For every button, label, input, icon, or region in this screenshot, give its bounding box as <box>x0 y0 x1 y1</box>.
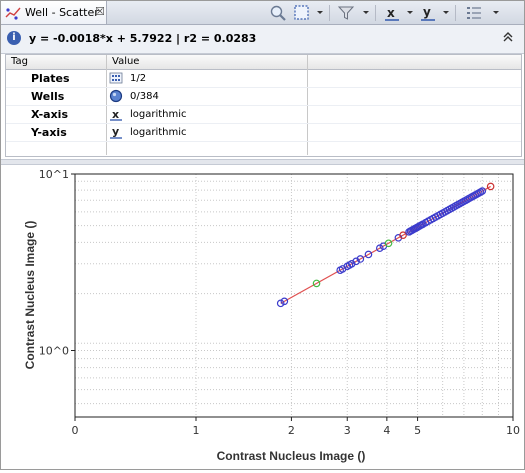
x-axis-title: Contrast Nucleus Image () <box>217 449 366 463</box>
info-icon: i <box>7 31 21 45</box>
toolbar-separator <box>375 5 376 21</box>
tab-title: Well - Scatter <box>25 6 99 19</box>
x-axis-icon: x <box>110 108 122 121</box>
row-value: logarithmic <box>130 127 187 138</box>
properties-table: Tag Value Plates 1/2 Wells 0/384 X-axis <box>5 54 522 157</box>
y-axis-icon[interactable]: y <box>419 4 437 22</box>
table-row[interactable]: X-axis x logarithmic <box>6 106 521 124</box>
scatter-plot-panel: 0 1 2 3 4 5 10 10^0 10^1 Contrast Nucleus Image… <box>1 165 524 469</box>
y-axis-icon: y <box>110 125 122 139</box>
select-rectangle-icon[interactable] <box>293 4 311 22</box>
scatter-plot[interactable]: 0 1 2 3 4 5 10 10^0 10^1 Contrast Nucleus Image… <box>1 165 524 469</box>
wells-icon <box>109 89 123 103</box>
x-axis-letter: x <box>387 6 395 20</box>
y-tick-label: 10^1 <box>39 168 69 181</box>
chevron-down-icon[interactable] <box>443 11 449 14</box>
scatter-view-icon <box>5 7 21 20</box>
regression-info-bar: i y = -0.0018*x + 5.7922 | r2 = 0.0283 <box>1 25 524 54</box>
x-tick-label: 0 <box>72 424 79 437</box>
x-tick-label: 3 <box>344 424 351 437</box>
table-row[interactable]: Wells 0/384 <box>6 88 521 106</box>
zoom-icon[interactable] <box>269 4 287 22</box>
x-tick-label: 1 <box>193 424 200 437</box>
x-axis-ticks: 0 1 2 3 4 5 10 <box>72 417 520 437</box>
chevron-down-icon[interactable] <box>407 11 413 14</box>
y-axis-letter: y <box>112 125 119 138</box>
regression-equation: y = -0.0018*x + 5.7922 | r2 = 0.0283 <box>29 32 257 45</box>
close-icon[interactable]: ☒ <box>95 5 105 18</box>
collapse-up-icon[interactable] <box>503 31 513 43</box>
tab-well-scatter[interactable]: Well - Scatter ☒ <box>1 1 107 24</box>
view-tab-bar: Well - Scatter ☒ x y <box>1 1 524 25</box>
table-row[interactable]: Y-axis y logarithmic <box>6 124 521 142</box>
row-tag: Y-axis <box>31 126 67 139</box>
row-tag: Plates <box>31 72 70 85</box>
row-tag: X-axis <box>31 108 68 121</box>
row-value: logarithmic <box>130 109 187 120</box>
toolbar-separator <box>455 5 456 21</box>
x-axis-letter: x <box>112 108 119 121</box>
table-row[interactable]: Plates 1/2 <box>6 70 521 88</box>
x-tick-label: 10 <box>506 424 520 437</box>
column-header-value[interactable]: Value <box>112 56 139 67</box>
table-header: Tag Value <box>6 55 521 70</box>
toolbar-separator <box>329 5 330 21</box>
row-value: 1/2 <box>130 73 147 84</box>
list-view-icon[interactable] <box>465 4 483 22</box>
data-points <box>276 182 495 308</box>
column-header-tag[interactable]: Tag <box>11 56 28 67</box>
plates-icon <box>109 72 123 84</box>
x-tick-label: 2 <box>288 424 295 437</box>
y-axis-letter: y <box>423 5 431 19</box>
view-menu-chevron-icon[interactable] <box>493 11 499 14</box>
row-tag: Wells <box>31 90 65 103</box>
filter-icon[interactable] <box>337 4 355 22</box>
y-axis-title: Contrast Nucleus Image () <box>23 221 37 370</box>
scatter-view-window: Well - Scatter ☒ x y i y = -0.0018*x + 5… <box>0 0 525 470</box>
chevron-down-icon[interactable] <box>317 11 323 14</box>
chevron-down-icon[interactable] <box>363 11 369 14</box>
x-tick-label: 5 <box>414 424 421 437</box>
x-tick-label: 4 <box>383 424 390 437</box>
data-point[interactable] <box>486 182 495 191</box>
y-axis-ticks: 10^0 10^1 <box>39 168 75 358</box>
y-tick-label: 10^0 <box>39 345 69 358</box>
row-value: 0/384 <box>130 91 159 102</box>
x-axis-icon[interactable]: x <box>383 4 401 22</box>
